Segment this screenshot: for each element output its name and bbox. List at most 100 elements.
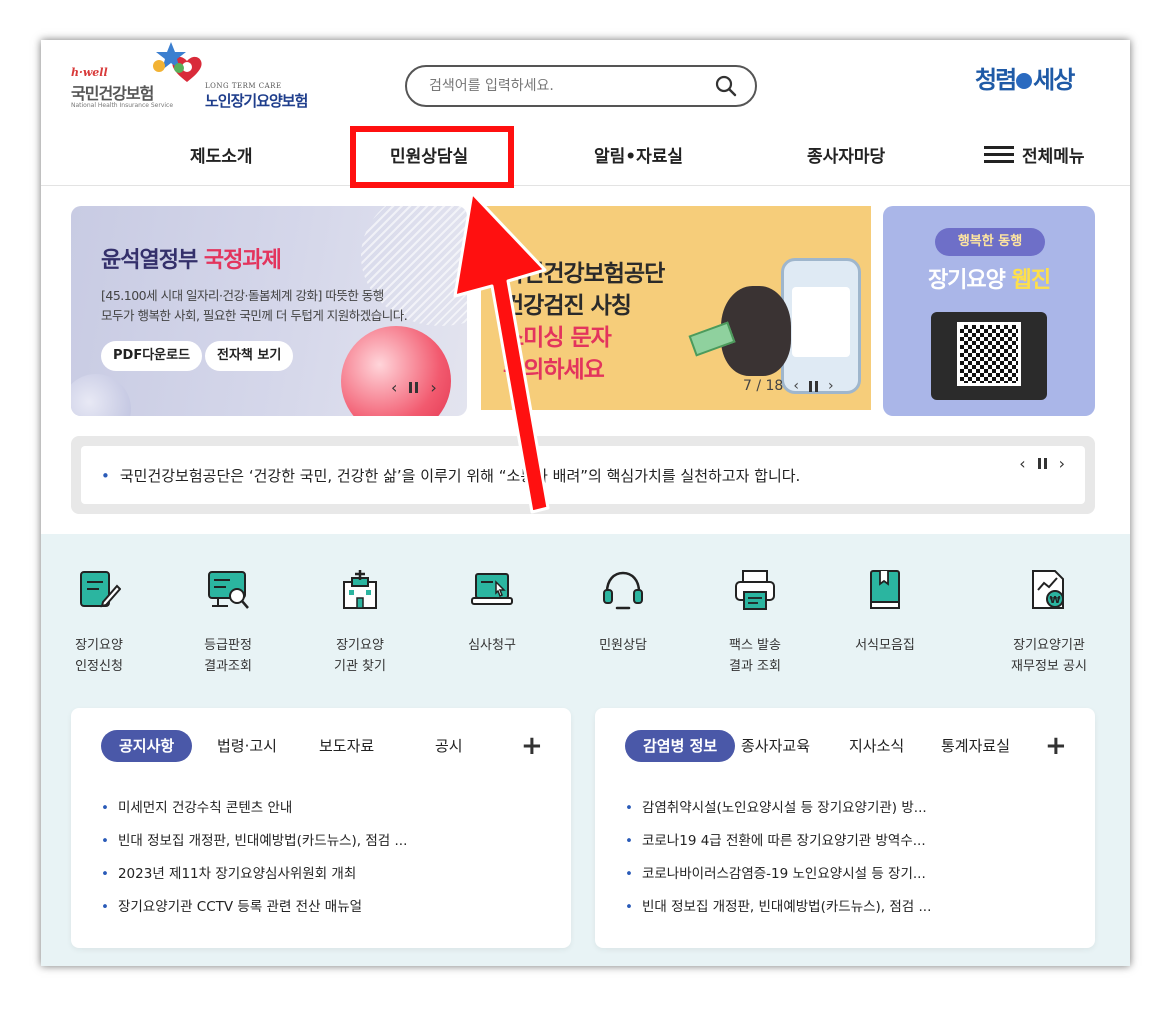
more-plus-icon[interactable]: + (1045, 730, 1067, 762)
finance-doc-icon: ₩ (1032, 570, 1064, 609)
quick-item-label: 민원상담 (599, 638, 647, 653)
nhis-logo-tagline: h·well (71, 66, 108, 79)
site-header: h·well 국민건강보험 National Health Insurance … (41, 40, 1130, 188)
banner-counter: 7 / 18 ‹ › (743, 378, 834, 394)
ltc-logo-name: 노인장기요양보험 (205, 92, 308, 110)
banner-counter-text: 7 / 18 (743, 378, 784, 394)
document-pencil-icon (80, 571, 121, 608)
search-box (405, 65, 757, 107)
tablet-illustration (931, 312, 1047, 400)
next-icon[interactable]: › (828, 378, 834, 394)
quick-item-review-claim[interactable]: 심사청구 (437, 568, 547, 656)
browser-frame: h·well 국민건강보험 National Health Insurance … (41, 40, 1130, 966)
policy-banner-description: [45.100세 시대 일자리·건강·돌봄체계 강화] 따뜻한 동행 모두가 행… (101, 286, 408, 326)
quick-item-financial-disclosure[interactable]: ₩ 장기요양기관 재무정보 공시 (994, 568, 1104, 677)
nav-item-workers[interactable]: 종사자마당 (807, 142, 885, 167)
next-icon[interactable]: › (430, 378, 436, 397)
list-item[interactable]: 미세먼지 건강수칙 콘텐츠 안내 (101, 792, 407, 825)
quick-item-label: 팩스 발송 결과 조회 (729, 638, 781, 674)
ltc-mark-icon (153, 42, 186, 73)
webzine-banner[interactable]: 행복한 동행 장기요양 웹진 (883, 206, 1095, 416)
list-item[interactable]: 빈대 정보집 개정판, 빈대예방법(카드뉴스), 점검 ... (625, 891, 931, 924)
webzine-pill: 행복한 동행 (935, 228, 1045, 256)
quick-item-label: 심사청구 (468, 638, 516, 653)
notice-board: 공지사항 법령·고시 보도자료 공시 + 미세먼지 건강수칙 콘텐츠 안내 빈대… (71, 708, 571, 948)
quick-item-label: 장기요양 인정신청 (75, 638, 123, 674)
nhis-logo-name: 국민건강보험 (71, 84, 154, 103)
smishing-banner-line4: 주의하세요 (503, 357, 605, 383)
more-plus-icon[interactable]: + (521, 730, 543, 762)
clean-world-logo[interactable]: 청렴 세상 (975, 60, 1075, 95)
tab-worker-education[interactable]: 종사자교육 (741, 730, 810, 762)
prev-icon[interactable]: ‹ (793, 378, 799, 394)
laptop-cursor-icon (471, 573, 513, 605)
policy-banner-line1: [45.100세 시대 일자리·건강·돌봄체계 강화] 따뜻한 동행 (101, 288, 384, 303)
smishing-banner-line1: 국민건강보험공단 (503, 261, 665, 287)
search-icon[interactable] (715, 75, 737, 97)
all-menu-button[interactable]: 전체메뉴 (984, 142, 1085, 167)
list-item[interactable]: 2023년 제11차 장기요양심사위원회 개최 (101, 858, 407, 891)
policy-banner-line2: 모두가 행복한 사회, 필요한 국민께 더 두텁게 지원하겠습니다. (101, 308, 408, 323)
policy-banner[interactable]: 윤석열정부 국정과제 [45.100세 시대 일자리·건강·돌봄체계 강화] 따… (71, 206, 467, 416)
ltc-logo-english: LONG TERM CARE (205, 82, 282, 90)
notice-ticker-inner: 국민건강보험공단은 ‘건강한 국민, 건강한 삶’을 이루기 위해 “소통과 배… (81, 446, 1085, 504)
notice-ticker: 국민건강보험공단은 ‘건강한 국민, 건강한 삶’을 이루기 위해 “소통과 배… (71, 436, 1095, 514)
webzine-title: 장기요양 웹진 (883, 262, 1095, 294)
nav-item-notice[interactable]: 알림•자료실 (594, 142, 683, 167)
fax-icon (735, 570, 775, 610)
quick-item-fax-result[interactable]: 팩스 발송 결과 조회 (700, 568, 810, 677)
quick-item-label: 장기요양기관 재무정보 공시 (1011, 638, 1087, 674)
clean-world-logo-part1: 청렴 (975, 66, 1017, 94)
svg-text:₩: ₩ (1049, 595, 1060, 606)
monitor-search-icon (208, 571, 249, 609)
pause-icon[interactable] (409, 382, 419, 393)
prev-icon[interactable]: ‹ (391, 378, 397, 397)
ebook-button[interactable]: 전자책 보기 (205, 341, 294, 371)
list-item[interactable]: 장기요양기관 CCTV 등록 관련 전산 매뉴얼 (101, 891, 407, 924)
next-icon[interactable]: › (1059, 454, 1065, 473)
headset-icon (603, 571, 643, 610)
prev-icon[interactable]: ‹ (1019, 454, 1025, 473)
quick-item-find-facility[interactable]: 장기요양 기관 찾기 (305, 568, 415, 677)
ltc-logo[interactable]: LONG TERM CARE 노인장기요양보험 (203, 52, 353, 114)
smishing-banner-line3: 스미싱 문자 (503, 325, 612, 351)
pause-icon[interactable] (1037, 458, 1047, 469)
globe-icon (1016, 73, 1033, 89)
list-item[interactable]: 빈대 정보집 개정판, 빈대예방법(카드뉴스), 점검 ... (101, 825, 407, 858)
list-item[interactable]: 감염취약시설(노인요양시설 등 장기요양기관) 방... (625, 792, 931, 825)
policy-banner-title: 윤석열정부 국정과제 (101, 242, 282, 274)
pause-icon[interactable] (808, 380, 818, 392)
notice-list: 미세먼지 건강수칙 콘텐츠 안내 빈대 정보집 개정판, 빈대예방법(카드뉴스)… (101, 792, 407, 924)
quick-item-application[interactable]: 장기요양 인정신청 (44, 568, 154, 677)
banner-decoration (341, 326, 451, 416)
quick-item-label: 서식모음집 (855, 638, 915, 653)
tab-press[interactable]: 보도자료 (319, 730, 374, 762)
tab-branch-news[interactable]: 지사소식 (849, 730, 904, 762)
quick-item-consultation[interactable]: 민원상담 (568, 568, 678, 656)
ticker-controls: ‹ › (1019, 454, 1065, 473)
quick-item-grade-result[interactable]: 등급판정 결과조회 (173, 568, 283, 677)
search-input[interactable] (429, 75, 709, 97)
annotation-highlight-box (350, 126, 514, 188)
tab-notices[interactable]: 공지사항 (101, 730, 193, 762)
hospital-icon (343, 570, 377, 609)
tab-disclosure[interactable]: 공시 (435, 730, 463, 762)
ticker-text[interactable]: 국민건강보험공단은 ‘건강한 국민, 건강한 삶’을 이루기 위해 “소통과 배… (101, 465, 800, 486)
nav-item-intro[interactable]: 제도소개 (190, 142, 253, 167)
book-icon (870, 570, 900, 609)
qr-code-icon (957, 322, 1021, 386)
webzine-title-plain: 장기요양 (927, 268, 1006, 293)
clean-world-logo-part2: 세상 (1033, 66, 1075, 94)
pdf-download-button[interactable]: PDF다운로드 (101, 341, 203, 371)
tab-infection[interactable]: 감염병 정보 (625, 730, 736, 762)
list-item[interactable]: 코로나19 4급 전환에 따른 장기요양기관 방역수... (625, 825, 931, 858)
smishing-banner-line2: 건강검진 사칭 (503, 293, 632, 319)
tab-statistics[interactable]: 통계자료실 (941, 730, 1010, 762)
smishing-warning-banner[interactable]: 국민건강보험공단 건강검진 사칭 스미싱 문자 주의하세요 7 / 18 ‹ › (481, 206, 871, 410)
tab-laws[interactable]: 법령·고시 (217, 730, 277, 762)
quick-item-forms[interactable]: 서식모음집 (830, 568, 940, 656)
quick-item-label: 장기요양 기관 찾기 (334, 638, 386, 674)
banner-controls: ‹ › (391, 378, 437, 397)
phone-illustration (781, 258, 861, 394)
list-item[interactable]: 코로나바이러스감염증-19 노인요양시설 등 장기... (625, 858, 931, 891)
